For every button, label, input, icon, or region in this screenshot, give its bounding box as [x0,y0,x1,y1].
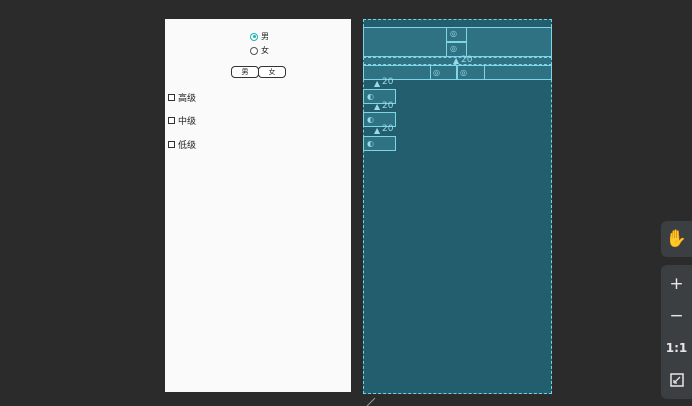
constraint-arrow-icon: ▲ [374,126,381,135]
checkbox-box [168,117,175,124]
radio-label: 女 [261,46,269,55]
constraint-arrow-icon: ▲ [374,79,381,88]
margin-label: 20 [461,55,473,65]
button-label: 女 [268,68,276,76]
blueprint-checkbox-3[interactable]: ◐ [363,136,396,151]
radio-circle [250,32,258,41]
minus-icon: − [669,305,684,326]
radio-glyph-icon: ◎ [450,44,457,53]
pan-tool-button[interactable]: ✋ [661,221,692,257]
radio-circle [250,46,258,55]
female-button[interactable]: 女 [258,66,286,78]
fit-screen-icon [669,372,684,387]
blueprint-button-2[interactable]: ◎ [457,65,485,80]
zoom-out-button[interactable]: − [661,300,692,331]
radio-male[interactable]: 男 [250,31,269,42]
resize-handle-icon[interactable] [365,396,377,406]
radio-label: 男 [261,32,269,41]
margin-label: 20 [382,124,394,134]
constraint-arrow-icon: ▲ [374,102,381,111]
blueprint-button-1[interactable]: ◎ [430,65,457,80]
fit-screen-button[interactable] [661,364,692,395]
editor-canvas[interactable]: 男 女 男 女 高级 中级 低级 ◎ ◎ ▲ 20 ◎ ◎ ▲ 20 ◐ ▲ 2… [0,0,692,406]
zoom-controls: + − 1:1 [661,265,692,399]
checkbox-label: 低级 [178,141,197,151]
checkbox-senior[interactable]: 高级 [168,91,196,104]
checkbox-label: 高级 [178,94,197,104]
actual-size-button[interactable]: 1:1 [661,332,692,363]
plus-icon: + [669,273,684,294]
button-glyph-icon: ◎ [460,68,467,77]
zoom-in-button[interactable]: + [661,268,692,299]
checkbox-glyph-icon: ◐ [367,115,374,124]
design-preview[interactable]: 男 女 男 女 高级 中级 低级 [165,19,351,392]
blueprint-radio-1[interactable]: ◎ [446,27,467,42]
actual-size-label: 1:1 [665,340,688,355]
hand-icon: ✋ [665,229,688,249]
checkbox-glyph-icon: ◐ [367,139,374,148]
radio-female[interactable]: 女 [250,45,269,56]
checkbox-junior[interactable]: 低级 [168,138,196,151]
button-glyph-icon: ◎ [433,68,440,77]
checkbox-label: 中级 [178,117,197,127]
checkbox-glyph-icon: ◐ [367,92,374,101]
margin-label: 20 [382,77,394,87]
blueprint-view[interactable]: ◎ ◎ ▲ 20 ◎ ◎ ▲ 20 ◐ ▲ 20 ◐ ▲ 20 ◐ [363,19,552,394]
male-button[interactable]: 男 [231,66,259,78]
margin-label: 20 [382,101,394,111]
button-label: 男 [241,68,249,76]
checkbox-box [168,94,175,101]
radio-glyph-icon: ◎ [450,29,457,38]
checkbox-intermediate[interactable]: 中级 [168,114,196,127]
constraint-arrow-icon: ▲ [453,56,460,65]
checkbox-box [168,141,175,148]
